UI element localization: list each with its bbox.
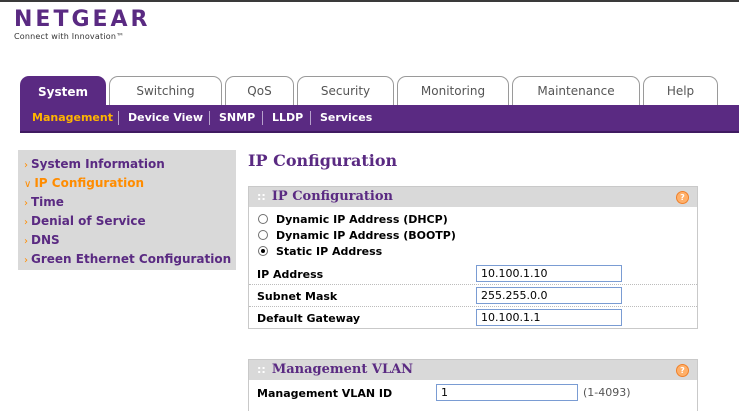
tab-label: Maintenance xyxy=(537,84,615,98)
default-gateway-input[interactable]: 10.100.1.1 xyxy=(476,309,622,326)
arrow-icon: › xyxy=(24,160,28,171)
nav-item-label: Time xyxy=(31,195,64,209)
dots-icon: :: xyxy=(257,190,266,203)
brand-name: NETGEAR xyxy=(14,7,151,32)
tab-help[interactable]: Help xyxy=(643,76,718,105)
help-icon[interactable]: ? xyxy=(676,364,689,377)
radio-bootp[interactable]: Dynamic IP Address (BOOTP) xyxy=(249,227,697,243)
subnet-mask-input[interactable]: 255.255.0.0 xyxy=(476,287,622,304)
tab-label: System xyxy=(38,84,88,99)
arrow-icon: › xyxy=(24,236,28,247)
ip-address-label: IP Address xyxy=(257,268,324,281)
panel-header: :: Management VLAN ? xyxy=(249,360,697,380)
chevron-down-icon: ∨ xyxy=(24,179,32,190)
top-border xyxy=(0,0,739,2)
divider xyxy=(310,111,311,125)
default-gateway-row: Default Gateway 10.100.1.1 xyxy=(249,307,697,328)
radio-label: Dynamic IP Address (DHCP) xyxy=(276,212,448,226)
tab-maintenance[interactable]: Maintenance xyxy=(512,76,640,105)
nav-item-ip-configuration[interactable]: ∨ IP Configuration xyxy=(18,174,236,193)
panel-header: :: IP Configuration ? xyxy=(249,187,697,207)
tab-label: Help xyxy=(666,84,695,98)
vlan-id-label: Management VLAN ID xyxy=(257,387,393,400)
tab-label: Switching xyxy=(136,84,195,98)
netgear-logo: NETGEAR Connect with Innovation™ xyxy=(14,7,151,41)
nav-item-denial-of-service[interactable]: › Denial of Service xyxy=(18,212,236,231)
vlan-id-row: Management VLAN ID 1 (1-4093) xyxy=(249,380,697,406)
nav-item-label: Green Ethernet Configuration xyxy=(31,252,232,266)
default-gateway-label: Default Gateway xyxy=(257,312,361,325)
radio-label: Static IP Address xyxy=(276,244,383,258)
tab-switching[interactable]: Switching xyxy=(109,76,222,105)
tab-label: Monitoring xyxy=(420,84,486,98)
radio-button-selected[interactable] xyxy=(258,246,268,256)
tab-system[interactable]: System xyxy=(20,76,106,106)
arrow-icon: › xyxy=(24,198,28,209)
divider xyxy=(262,111,263,125)
radio-dhcp[interactable]: Dynamic IP Address (DHCP) xyxy=(249,211,697,227)
divider xyxy=(209,111,210,125)
tab-security[interactable]: Security xyxy=(297,76,394,105)
nav-item-label: System Information xyxy=(31,157,165,171)
help-icon[interactable]: ? xyxy=(676,191,689,204)
management-vlan-panel: :: Management VLAN ? Management VLAN ID 1… xyxy=(248,359,698,411)
subnav-services[interactable]: Services xyxy=(320,105,372,131)
subnav-management[interactable]: Management xyxy=(32,105,113,131)
brand-tagline: Connect with Innovation™ xyxy=(14,32,125,41)
subnet-mask-row: Subnet Mask 255.255.0.0 xyxy=(249,285,697,307)
tab-label: QoS xyxy=(247,84,272,98)
subnav-snmp[interactable]: SNMP xyxy=(219,105,255,131)
subnet-mask-label: Subnet Mask xyxy=(257,290,338,303)
ip-address-input[interactable]: 10.100.1.10 xyxy=(476,265,622,282)
radio-button[interactable] xyxy=(258,214,268,224)
subnav-device-view[interactable]: Device View xyxy=(128,105,203,131)
panel-title: IP Configuration xyxy=(271,189,393,204)
tab-monitoring[interactable]: Monitoring xyxy=(397,76,509,105)
arrow-icon: › xyxy=(24,255,28,266)
nav-item-dns[interactable]: › DNS xyxy=(18,231,236,250)
left-navigation: › System Information ∨ IP Configuration › T… xyxy=(18,150,236,270)
vlan-range-hint: (1-4093) xyxy=(583,386,631,399)
divider xyxy=(118,111,119,125)
sub-navigation: Management Device View SNMP LLDP Service… xyxy=(20,105,739,133)
nav-item-system-information[interactable]: › System Information xyxy=(18,155,236,174)
nav-item-label: Denial of Service xyxy=(31,214,146,228)
page-title: IP Configuration xyxy=(248,151,398,170)
tab-qos[interactable]: QoS xyxy=(225,76,294,105)
radio-static[interactable]: Static IP Address xyxy=(249,243,697,259)
subnav-lldp[interactable]: LLDP xyxy=(272,105,303,131)
arrow-icon: › xyxy=(24,217,28,228)
vlan-id-input[interactable]: 1 xyxy=(436,384,578,401)
nav-item-time[interactable]: › Time xyxy=(18,193,236,212)
radio-label: Dynamic IP Address (BOOTP) xyxy=(276,228,456,242)
nav-item-label: IP Configuration xyxy=(34,176,145,190)
panel-title: Management VLAN xyxy=(271,362,414,377)
nav-item-green-ethernet-configuration[interactable]: › Green Ethernet Configuration xyxy=(18,250,236,269)
tab-label: Security xyxy=(320,84,371,98)
dots-icon: :: xyxy=(257,363,266,376)
nav-item-label: DNS xyxy=(31,233,60,247)
radio-button[interactable] xyxy=(258,230,268,240)
ip-configuration-panel: :: IP Configuration ? Dynamic IP Address … xyxy=(248,186,698,329)
ip-address-row: IP Address 10.100.1.10 xyxy=(249,263,697,285)
